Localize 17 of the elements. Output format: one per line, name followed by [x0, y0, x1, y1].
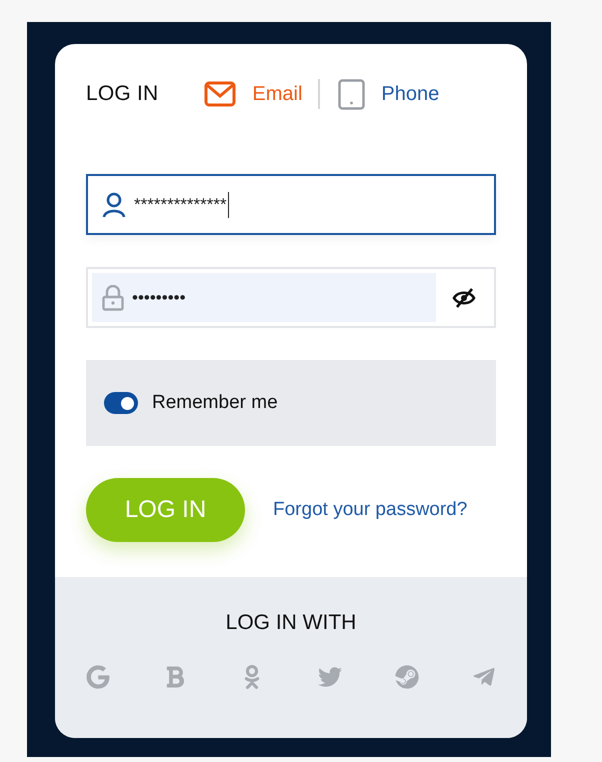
- user-icon: [102, 192, 126, 218]
- password-field[interactable]: •••••••••: [86, 267, 496, 328]
- login-title: LOG IN: [86, 82, 158, 106]
- remember-toggle[interactable]: [104, 392, 138, 414]
- envelope-icon: [204, 81, 236, 107]
- forgot-password-link[interactable]: Forgot your password?: [273, 499, 468, 521]
- login-method-tab[interactable]: Email: [204, 81, 302, 107]
- bird-icon[interactable]: [318, 665, 342, 689]
- eye-off-icon: [452, 288, 476, 308]
- g-letter-icon[interactable]: [86, 665, 110, 689]
- login-method-tab[interactable]: Phone: [338, 78, 440, 110]
- phone-icon: [338, 78, 366, 110]
- remember-label: Remember me: [152, 392, 278, 414]
- hide-password-button[interactable]: [436, 271, 492, 324]
- social-login-title: LOG IN WITH: [226, 611, 356, 635]
- lock-icon: [102, 284, 124, 310]
- login-field[interactable]: **************: [86, 174, 496, 235]
